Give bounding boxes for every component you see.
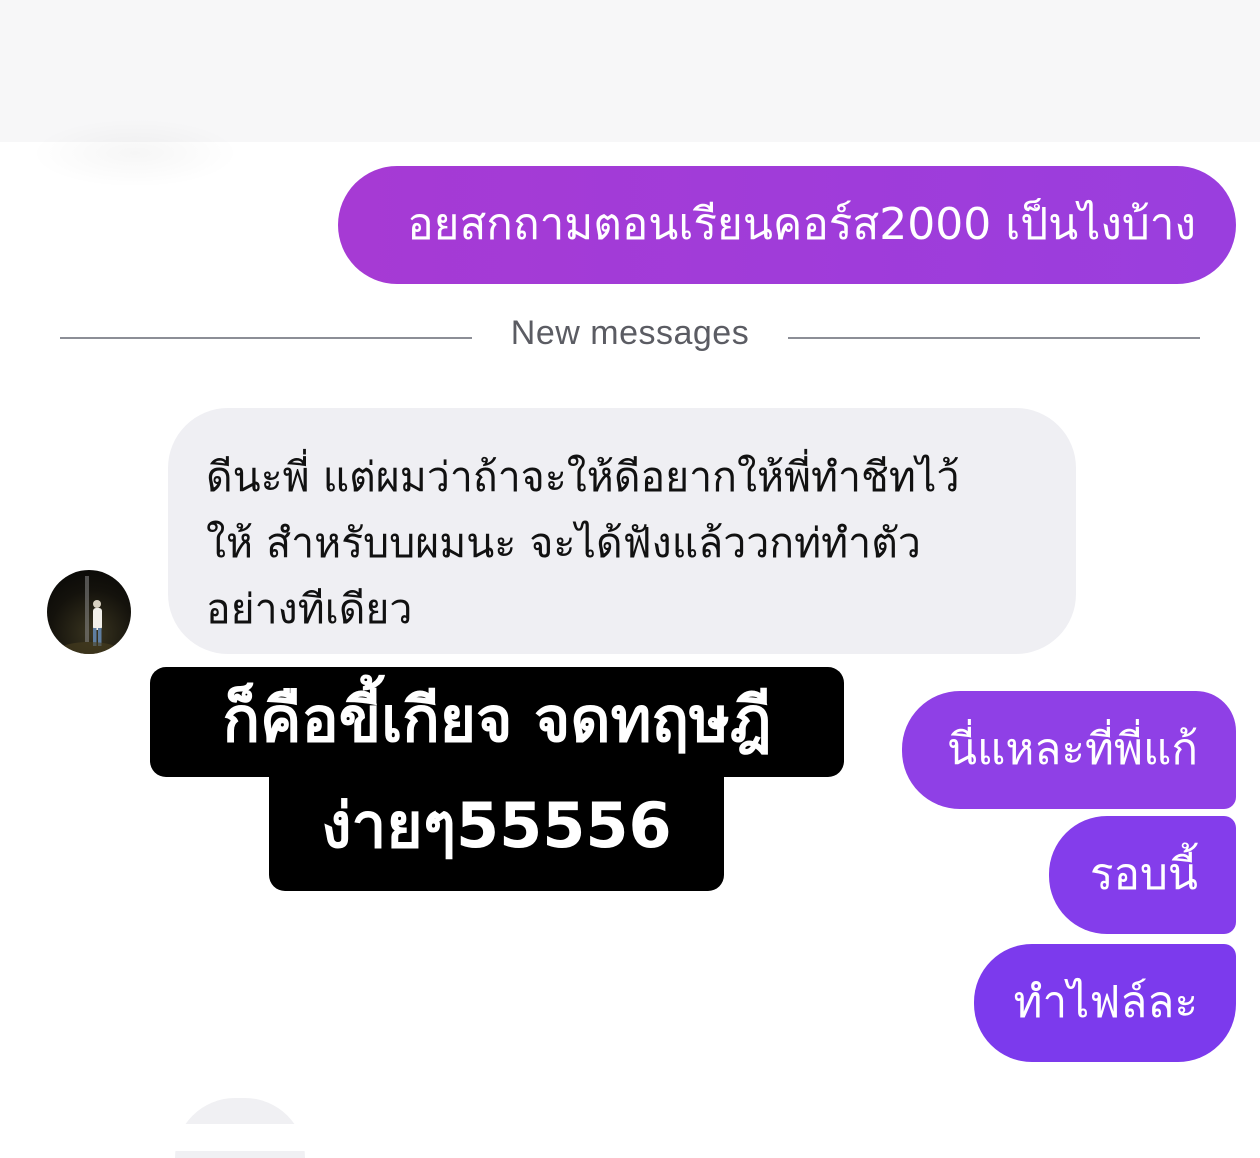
outgoing-message-bubble[interactable]: อยสกถามตอนเรียนคอร์ส2000 เป็นไงบ้าง [338, 166, 1236, 284]
outgoing-message-bubble[interactable]: รอบนี้ [1049, 816, 1236, 934]
new-messages-divider: New messages [60, 310, 1200, 366]
top-header-area [0, 0, 1260, 142]
outgoing-message-bubble[interactable]: นี่แหละที่พี่แก้ [902, 691, 1236, 809]
caption-line-2: ง่ายๆ55556 [269, 773, 724, 891]
outgoing-message-text: รอบนี้ [1089, 848, 1198, 900]
outgoing-message-text: อยสกถามตอนเรียนคอร์ส2000 เป็นไงบ้าง [407, 198, 1196, 250]
faded-element [30, 118, 240, 188]
bottom-strip [0, 1124, 1260, 1151]
divider-line-left [60, 337, 472, 339]
divider-line-right [788, 337, 1200, 339]
overlay-caption: ก็คือขี้เกียจ จดทฤษฎี ง่ายๆ55556 [150, 667, 844, 891]
outgoing-message-text: ทำไฟล์ละ [1013, 976, 1198, 1028]
caption-line-1: ก็คือขี้เกียจ จดทฤษฎี [150, 667, 844, 777]
avatar-photo-icon [59, 576, 119, 654]
outgoing-message-text: นี่แหละที่พี่แก้ [946, 723, 1198, 775]
new-messages-label: New messages [510, 314, 750, 352]
outgoing-message-bubble[interactable]: ทำไฟล์ละ [974, 944, 1236, 1062]
sender-avatar[interactable] [47, 570, 131, 654]
incoming-message-bubble[interactable]: ดีนะพี่ แต่ผมว่าถ้าจะให้ดีอยากให้พี่ทำชี… [168, 408, 1076, 654]
